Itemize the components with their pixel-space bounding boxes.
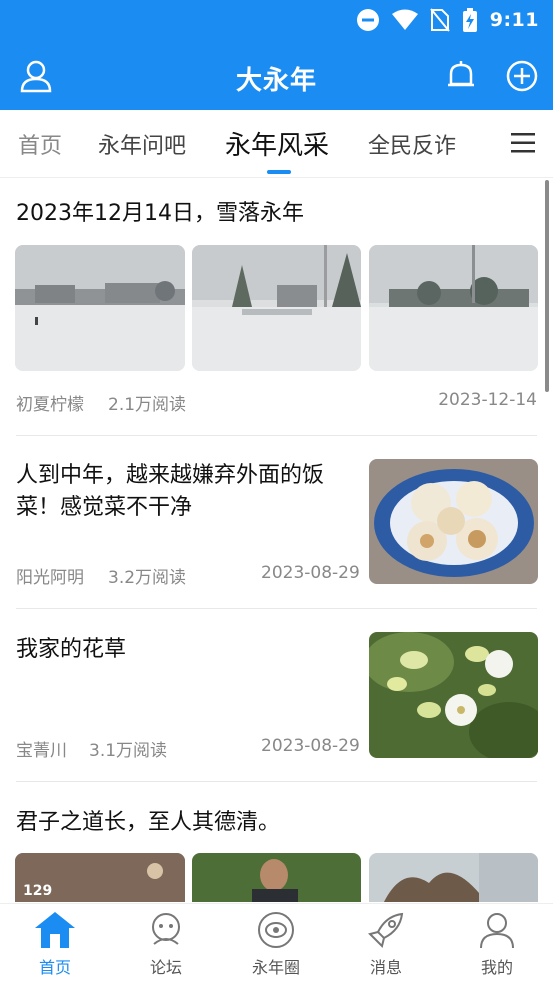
article-feed[interactable]: 2023年12月14日，雪落永年 初夏柠檬 2.1万阅读 2023-12-14 … (0, 178, 553, 902)
notifications-button[interactable] (441, 56, 481, 96)
thumbnail-overlay-number: 129 (23, 883, 53, 899)
category-tabs: 首页 永年问吧 永年风采 全民反诈 (0, 110, 553, 178)
nav-label: 论坛 (149, 958, 182, 977)
nav-home[interactable]: 首页 (15, 910, 95, 978)
rocket-icon (368, 912, 404, 948)
divider (16, 781, 537, 782)
add-button[interactable] (502, 56, 542, 96)
no-sim-icon (429, 8, 450, 32)
article-title: 2023年12月14日，雪落永年 (16, 201, 304, 226)
article-title: 君子之道长，至人其德清。 (16, 810, 281, 835)
battery-charging-icon (462, 8, 477, 32)
bell-icon (448, 61, 474, 87)
article-read-count: 2.1万阅读 (108, 395, 187, 415)
plus-circle-icon (506, 60, 538, 92)
status-bar: 9:11 (0, 0, 553, 40)
bottom-navigation: 首页 论坛 永年圈 消息 我的 (0, 903, 553, 983)
article-thumbnail (192, 853, 361, 902)
nav-label: 我的 (480, 958, 513, 977)
nav-forum[interactable]: 论坛 (126, 910, 206, 978)
article-author: 阳光阿明 (16, 568, 84, 588)
article-title: 我家的花草 (16, 637, 127, 662)
status-time: 9:11 (489, 9, 539, 31)
do-not-disturb-icon (356, 9, 379, 31)
nav-label: 首页 (38, 958, 71, 977)
divider (16, 608, 537, 609)
article-author: 初夏柠檬 (16, 395, 84, 415)
article-thumbnail (192, 245, 361, 371)
user-icon (480, 913, 514, 949)
header: 大永年 (0, 48, 553, 104)
article-thumbnail (369, 459, 538, 584)
article-date: 2023-08-29 (261, 563, 360, 583)
nav-mine[interactable]: 我的 (457, 910, 537, 978)
app-header-bar: 9:11 大永年 (0, 0, 553, 110)
nav-label: 永年圈 (251, 958, 300, 977)
tab-yongnian-fengcai[interactable]: 永年风采 (225, 125, 329, 162)
divider (16, 435, 537, 436)
article-title: 人到中年，越来越嫌弃外面的饭菜！感觉菜不干净 (16, 463, 325, 520)
tab-home[interactable]: 首页 (18, 128, 62, 160)
article-thumbnail (369, 632, 538, 758)
article-thumbnail (369, 853, 538, 902)
wifi-icon (391, 9, 418, 30)
nav-label: 消息 (369, 958, 402, 977)
article-date: 2023-12-14 (438, 390, 537, 410)
nav-messages[interactable]: 消息 (346, 910, 426, 978)
article-thumbnail (15, 245, 185, 371)
article-read-count: 3.1万阅读 (89, 741, 168, 761)
tab-yongnian-wenba[interactable]: 永年问吧 (98, 128, 186, 160)
article-thumbnail: 129 (15, 853, 185, 902)
feed-scrollbar[interactable] (545, 180, 549, 392)
article-author: 宝菁川 (16, 741, 67, 761)
planet-icon (258, 912, 294, 948)
forum-icon (152, 913, 180, 945)
menu-icon[interactable] (511, 132, 535, 154)
article-read-count: 3.2万阅读 (108, 568, 187, 588)
nav-yongnian-circle[interactable]: 永年圈 (236, 910, 316, 978)
home-icon (35, 912, 75, 948)
article-date: 2023-08-29 (261, 736, 360, 756)
article-thumbnail (369, 245, 538, 371)
active-tab-indicator (267, 170, 291, 174)
tab-anti-fraud[interactable]: 全民反诈 (368, 128, 456, 160)
